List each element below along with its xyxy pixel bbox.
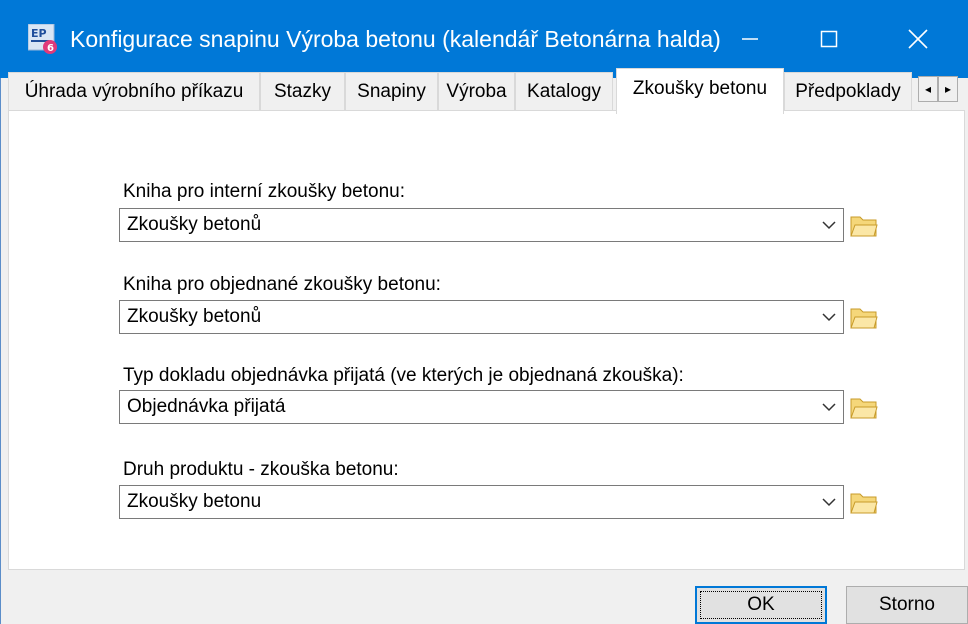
svg-text:EP: EP: [31, 27, 47, 40]
folder-icon: [850, 493, 878, 514]
druh-produktu-combobox[interactable]: Zkoušky betonu: [119, 485, 844, 519]
ok-button[interactable]: OK: [695, 586, 827, 624]
interni-kniha-combobox[interactable]: Zkoušky betonů: [119, 208, 844, 242]
tab-stazky[interactable]: Stazky: [260, 72, 345, 110]
cancel-button[interactable]: Storno: [846, 586, 968, 624]
tab-scroll-left-button[interactable]: ◂: [918, 76, 938, 102]
chevron-down-icon: [822, 221, 836, 230]
field-label-druh-produktu: Druh produktu - zkouška betonu:: [123, 459, 399, 480]
combo-value: Zkoušky betonu: [127, 491, 262, 512]
focus-rectangle: [700, 591, 822, 619]
ep-app-icon: EP 6: [27, 23, 58, 54]
combo-value: Zkoušky betonů: [127, 306, 262, 327]
tab-vyroba[interactable]: Výroba: [438, 72, 515, 110]
objednane-kniha-combobox[interactable]: Zkoušky betonů: [119, 300, 844, 334]
close-button[interactable]: [868, 0, 968, 78]
typ-dokladu-combobox[interactable]: Objednávka přijatá: [119, 390, 844, 424]
tab-snapiny[interactable]: Snapiny: [345, 72, 438, 110]
chevron-down-icon: [822, 403, 836, 412]
field-label-typ-dokladu: Typ dokladu objednávka přijatá (ve který…: [123, 365, 684, 386]
browse-folder-button[interactable]: [847, 300, 881, 334]
field-label-objednane-kniha: Kniha pro objednané zkoušky betonu:: [123, 274, 441, 295]
tab-strip: Úhrada výrobního příkazu Stazky Snapiny …: [8, 68, 966, 114]
tab-katalogy[interactable]: Katalogy: [515, 72, 613, 110]
tab-uhrada-vyrobniho-prikazu[interactable]: Úhrada výrobního příkazu: [8, 72, 260, 110]
cancel-button-label: Storno: [879, 594, 935, 615]
minimize-button[interactable]: [710, 0, 790, 78]
folder-icon: [850, 398, 878, 419]
chevron-down-icon: [822, 498, 836, 507]
field-label-interni-kniha: Kniha pro interní zkoušky betonu:: [123, 181, 406, 202]
title-bar: EP 6 Konfigurace snapinu Výroba betonu (…: [0, 0, 968, 78]
browse-folder-button[interactable]: [847, 208, 881, 242]
tab-predpoklady[interactable]: Předpoklady: [784, 72, 912, 110]
arrow-left-icon: ◂: [924, 82, 932, 96]
maximize-button[interactable]: [790, 0, 868, 78]
svg-text:6: 6: [47, 43, 54, 54]
arrow-right-icon: ▸: [944, 82, 952, 96]
window-title: Konfigurace snapinu Výroba betonu (kalen…: [70, 26, 721, 52]
browse-folder-button[interactable]: [847, 485, 881, 519]
combo-value: Objednávka přijatá: [127, 396, 286, 417]
tab-scroll-right-button[interactable]: ▸: [938, 76, 958, 102]
minimize-icon: [742, 38, 758, 40]
folder-icon: [850, 308, 878, 329]
tab-panel-zkousky-betonu: Kniha pro interní zkoušky betonu: Zkoušk…: [8, 110, 965, 570]
tab-zkousky-betonu[interactable]: Zkoušky betonu: [616, 68, 784, 114]
close-icon: [908, 29, 928, 49]
chevron-down-icon: [822, 313, 836, 322]
combo-value: Zkoušky betonů: [127, 214, 262, 235]
folder-icon: [850, 216, 878, 237]
browse-folder-button[interactable]: [847, 390, 881, 424]
maximize-icon: [820, 30, 838, 48]
